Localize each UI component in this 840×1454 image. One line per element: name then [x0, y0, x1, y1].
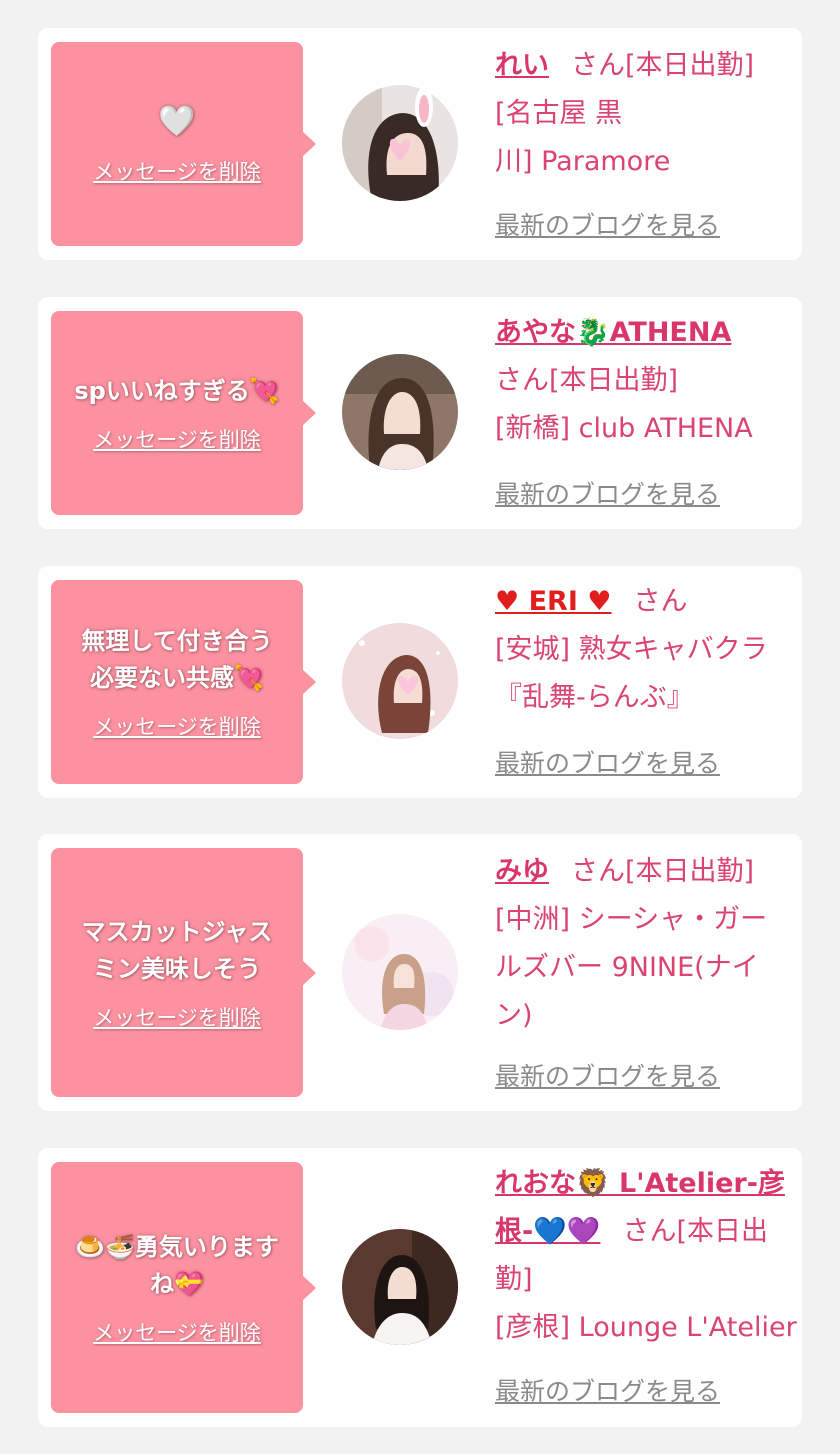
shop-info-line: [中洲] シーシャ・ガー [495, 904, 768, 935]
message-text: 🍮🍜勇気いります ね💝 [75, 1229, 279, 1303]
cast-info: あやな🐉ATHENA さん[本日出勤] [新橋] club ATHENA [495, 309, 795, 453]
avatar[interactable] [342, 623, 458, 739]
latest-blog-link[interactable]: 最新のブログを見る [495, 1372, 720, 1408]
delete-message-link[interactable]: メッセージを削除 [93, 424, 261, 454]
shop-info-line: [名古屋 黒 [495, 98, 623, 129]
cast-status: さん[本日出 [622, 1216, 768, 1247]
woman-pastel-avatar-icon [342, 914, 458, 1030]
delete-message-link[interactable]: メッセージを削除 [93, 711, 261, 741]
cast-name-line: れおな🦁 L'Atelier-彦 [495, 1160, 800, 1208]
cast-name-link[interactable]: れい [495, 50, 549, 81]
message-bubble: spいいねすぎる💘 メッセージを削除 [51, 311, 316, 515]
cast-status: さん[本日出勤] [571, 50, 755, 81]
avatar[interactable] [342, 85, 458, 201]
cast-info: ♥ ERI ♥ さん [安城] 熟女キャバクラ 『乱舞-らんぶ』 [495, 578, 795, 722]
message-text-line: ミン美味しそう [93, 954, 261, 983]
cast-name-link[interactable]: あやな🐉ATHENA [495, 317, 731, 348]
cast-status-continued: 勤] [495, 1264, 533, 1295]
message-card: マスカットジャス ミン美味しそう メッセージを削除 みゆ さん[本日出勤] [中洲… [38, 834, 802, 1111]
message-text-line: 必要ない共感💘 [90, 664, 264, 692]
avatar[interactable] [342, 914, 458, 1030]
latest-blog-link[interactable]: 最新のブログを見る [495, 744, 720, 780]
cast-name-link[interactable]: れおな🦁 L'Atelier-彦 [495, 1168, 785, 1199]
cast-name-line: あやな🐉ATHENA [495, 309, 795, 357]
woman-white-dress-avatar-icon [342, 1229, 458, 1345]
delete-message-link[interactable]: メッセージを削除 [93, 1317, 261, 1347]
cast-name-link[interactable]: みゆ [495, 856, 549, 887]
latest-blog-link[interactable]: 最新のブログを見る [495, 1057, 720, 1093]
cast-name-link[interactable]: ♥ ERI ♥ [495, 586, 612, 617]
cast-name-line: ♥ ERI ♥ さん [495, 578, 795, 626]
cast-info: れおな🦁 L'Atelier-彦 根-💙💜 さん[本日出 勤] [彦根] Loun… [495, 1160, 800, 1352]
message-bubble: マスカットジャス ミン美味しそう メッセージを削除 [51, 848, 316, 1097]
shop-info-line: [安城] 熟女キャバクラ [495, 634, 768, 665]
message-bubble: 🤍 メッセージを削除 [51, 42, 316, 246]
cast-info: みゆ さん[本日出勤] [中洲] シーシャ・ガー ルズバー 9NINE(ナイ ン) [495, 848, 795, 1040]
delete-message-link[interactable]: メッセージを削除 [93, 1002, 261, 1032]
message-text: spいいねすぎる💘 [74, 376, 280, 405]
cast-name-line: 根-💙💜 さん[本日出 [495, 1208, 800, 1256]
message-text-line: ね💝 [150, 1269, 204, 1298]
shop-info-line: 川] Paramore [495, 146, 671, 177]
message-text-line: マスカットジャス [81, 917, 273, 946]
shop-info-line: 『乱舞-らんぶ』 [495, 682, 694, 713]
cast-status: さん [633, 586, 688, 617]
message-card: 無理して付き合う 必要ない共感💘 メッセージを削除 ♥ ERI ♥ さん [安城]… [38, 566, 802, 798]
shop-info-line: ン) [495, 1000, 533, 1031]
message-text: 無理して付き合う 必要ない共感💘 [81, 623, 272, 697]
message-text: 🤍 [158, 104, 196, 139]
shop-info-line: [彦根] Lounge L'Atelier [495, 1312, 797, 1343]
message-bubble: 🍮🍜勇気いります ね💝 メッセージを削除 [51, 1162, 316, 1413]
cast-name-line: みゆ さん[本日出勤] [495, 848, 795, 896]
shop-info-line: [新橋] club ATHENA [495, 413, 753, 444]
message-list: 🤍 メッセージを削除 れい さん[本日出勤] [名古屋 黒 川] Paramore… [0, 0, 840, 1454]
message-text: マスカットジャス ミン美味しそう [82, 914, 273, 988]
shop-info-line: ルズバー 9NINE(ナイ [495, 952, 759, 983]
message-card: 🤍 メッセージを削除 れい さん[本日出勤] [名古屋 黒 川] Paramore… [38, 28, 802, 260]
message-card: spいいねすぎる💘 メッセージを削除 あやな🐉ATHENA さん[本日出勤] [… [38, 297, 802, 529]
message-text-line: 無理して付き合う [81, 627, 273, 655]
cast-status: さん[本日出勤] [571, 856, 755, 887]
avatar[interactable] [342, 354, 458, 470]
cast-status: さん[本日出勤] [495, 365, 679, 396]
cast-name-link-continued[interactable]: 根-💙💜 [495, 1216, 600, 1247]
woman-sparkle-avatar-icon [342, 623, 458, 739]
woman-bunny-ears-avatar-icon [342, 85, 458, 201]
message-text-line: 🍮🍜勇気いります [75, 1232, 279, 1261]
avatar[interactable] [342, 1229, 458, 1345]
woman-portrait-avatar-icon [342, 354, 458, 470]
message-bubble: 無理して付き合う 必要ない共感💘 メッセージを削除 [51, 580, 316, 784]
cast-info: れい さん[本日出勤] [名古屋 黒 川] Paramore [495, 42, 795, 186]
message-card: 🍮🍜勇気いります ね💝 メッセージを削除 れおな🦁 L'Atelier-彦 根-… [38, 1148, 802, 1427]
delete-message-link[interactable]: メッセージを削除 [93, 156, 261, 186]
cast-name-line: れい さん[本日出勤] [495, 42, 795, 90]
latest-blog-link[interactable]: 最新のブログを見る [495, 475, 720, 511]
latest-blog-link[interactable]: 最新のブログを見る [495, 206, 720, 242]
